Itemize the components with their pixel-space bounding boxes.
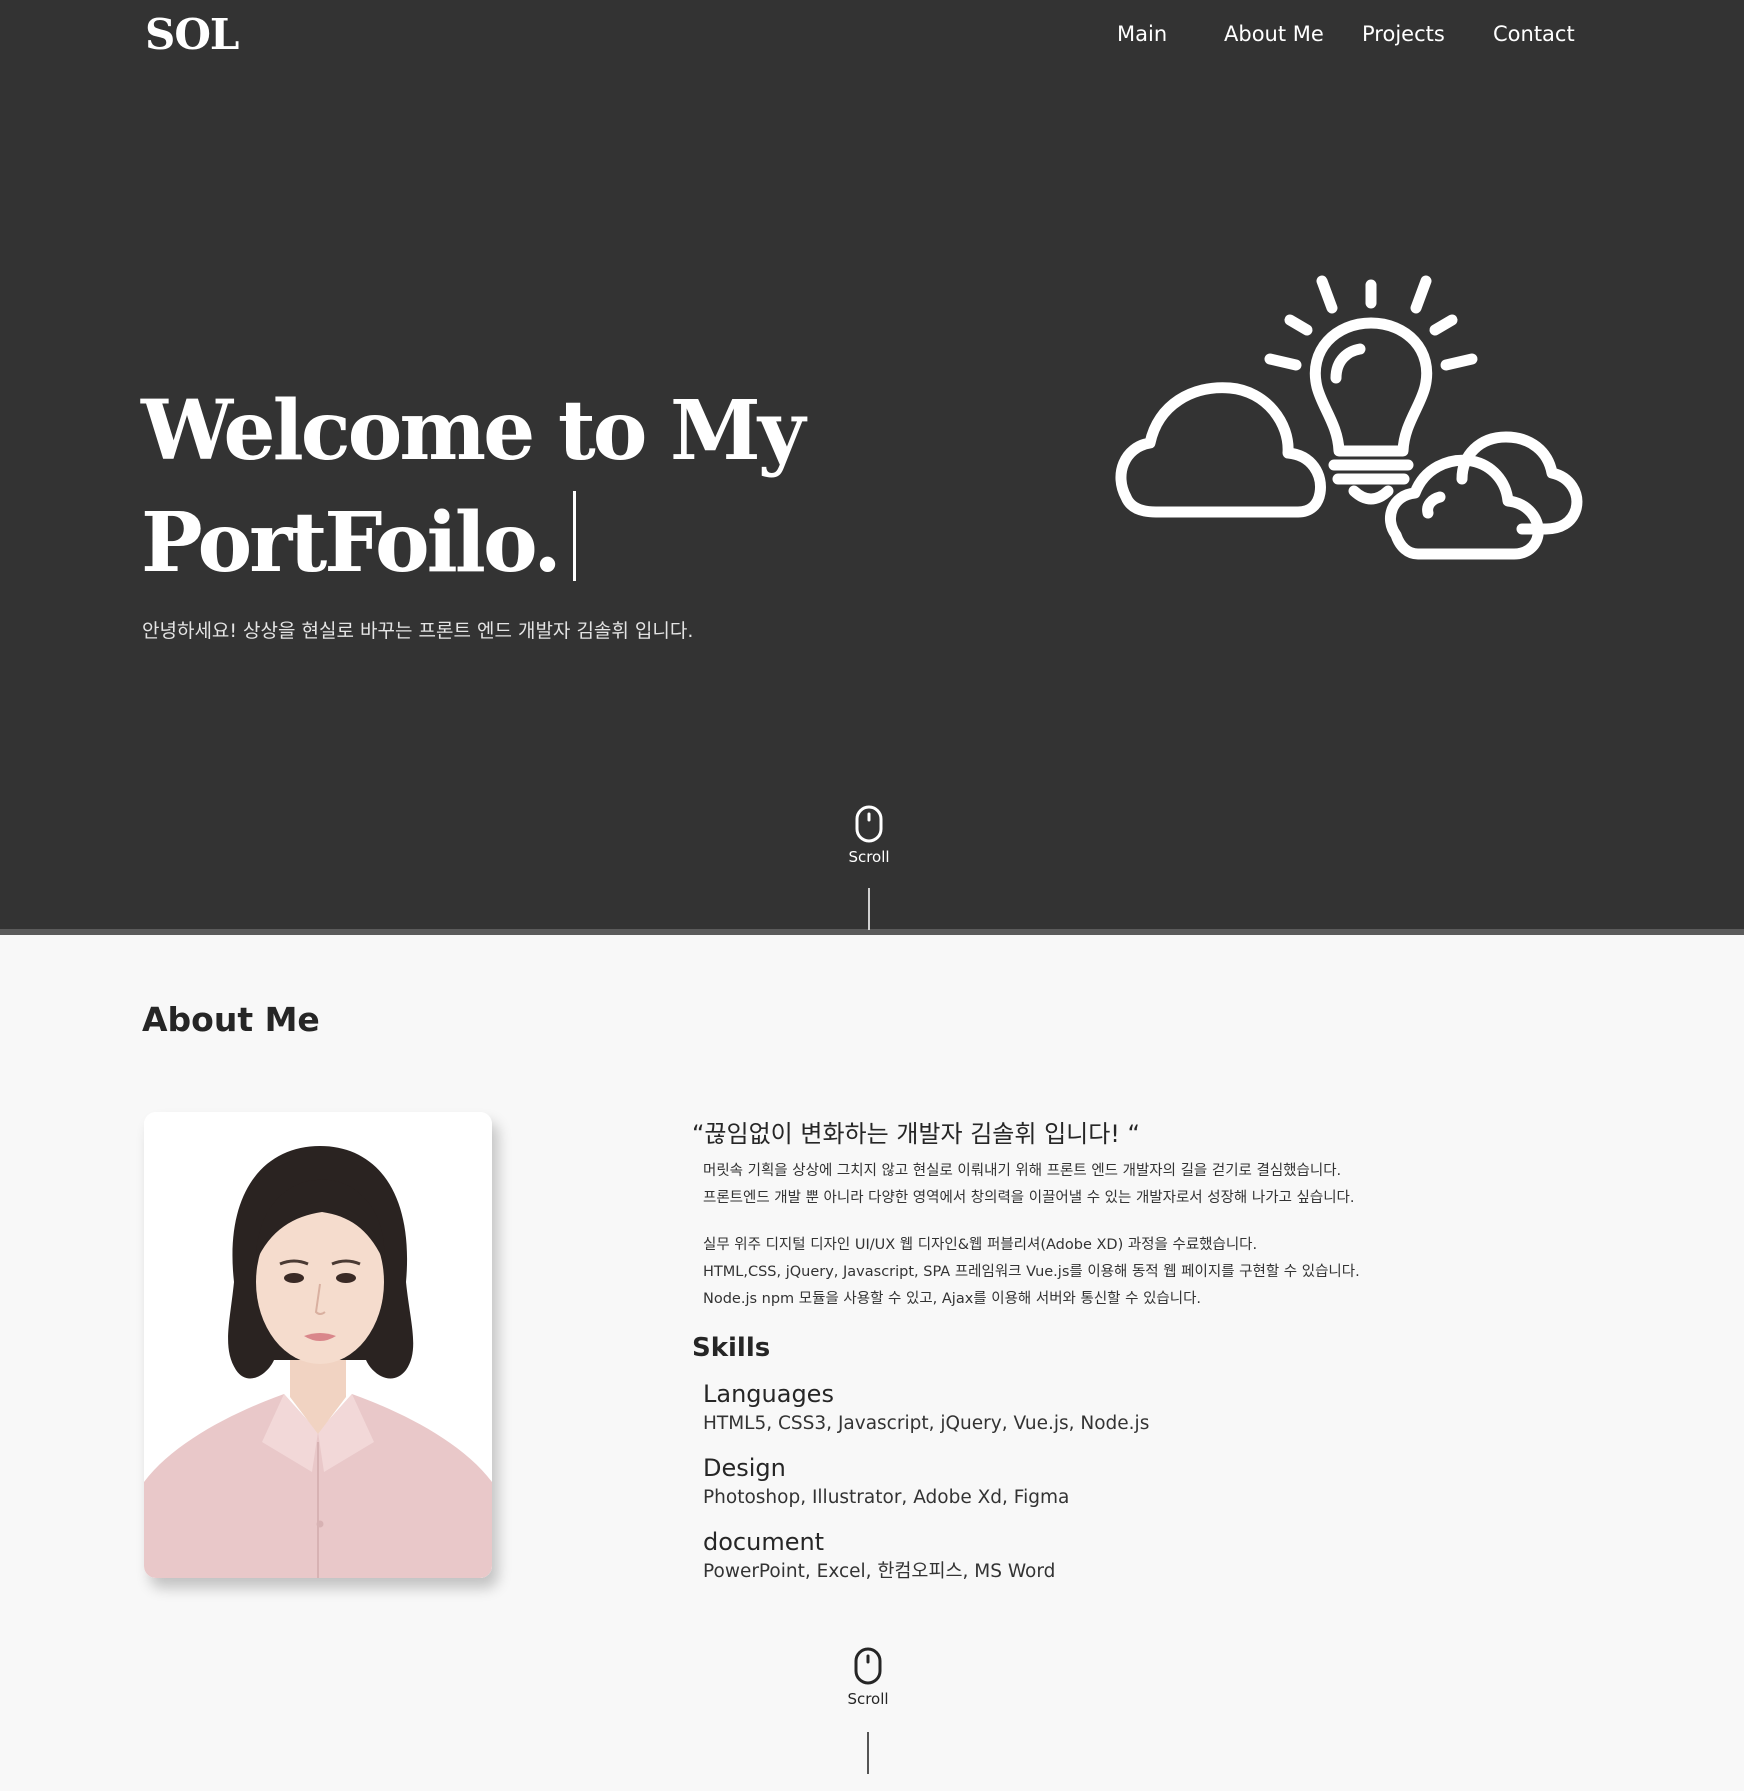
hero-title-line-2-text: PortFoilo. <box>141 495 562 591</box>
lightbulb-clouds-icon <box>1115 275 1583 560</box>
nav-main[interactable]: Main <box>1117 22 1167 54</box>
skill-group-design: Design Photoshop, Illustrator, Adobe Xd,… <box>703 1452 1069 1512</box>
paragraph-line: 프론트엔드 개발 뿐 아니라 다양한 영역에서 창의력을 이끌어낼 수 있는 개… <box>703 1190 1355 1206</box>
paragraph-line: 실무 위주 디지털 디자인 UI/UX 웹 디자인&웹 퍼블리셔(Adobe X… <box>703 1237 1258 1253</box>
site-logo[interactable]: SOL <box>145 10 239 59</box>
paragraph-line: Node.js npm 모듈을 사용할 수 있고, Ajax를 이용해 서버와 … <box>703 1291 1202 1307</box>
skill-group-languages: Languages HTML5, CSS3, Javascript, jQuer… <box>703 1378 1149 1438</box>
scroll-label: Scroll <box>847 1690 889 1708</box>
nav-about-me[interactable]: About Me <box>1224 22 1324 54</box>
scroll-indicator[interactable]: Scroll <box>823 1646 913 1708</box>
scroll-line <box>867 1732 869 1774</box>
scroll-line <box>868 888 870 930</box>
nav-contact[interactable]: Contact <box>1493 22 1575 54</box>
mouse-icon <box>855 805 883 843</box>
about-experience-paragraph: 실무 위주 디지털 디자인 UI/UX 웹 디자인&웹 퍼블리셔(Adobe X… <box>703 1232 1360 1313</box>
skill-group-name: document <box>703 1528 825 1556</box>
hero-title: Welcome to My PortFoilo. <box>141 375 805 599</box>
hero-title-line-2: PortFoilo. <box>141 487 802 599</box>
section-divider <box>0 929 1744 935</box>
portrait-illustration <box>144 1112 492 1578</box>
scroll-indicator[interactable]: Scroll <box>824 804 914 866</box>
about-quote: “끊임없이 변화하는 개발자 김솔휘 입니다! “ <box>692 1120 1140 1148</box>
nav-projects[interactable]: Projects <box>1362 22 1445 54</box>
mouse-icon <box>854 1647 882 1685</box>
skill-group-document: document PowerPoint, Excel, 한컴오피스, MS Wo… <box>703 1526 1055 1586</box>
skill-group-list: Photoshop, Illustrator, Adobe Xd, Figma <box>703 1487 1070 1508</box>
hero-subtitle: 안녕하세요! 상상을 현실로 바꾸는 프론트 엔드 개발자 김솔휘 입니다. <box>142 620 694 642</box>
about-intro-paragraph: 머릿속 기획을 상상에 그치지 않고 현실로 이뤄내기 위해 프론트 엔드 개발… <box>703 1158 1354 1212</box>
skill-group-list: PowerPoint, Excel, 한컴오피스, MS Word <box>703 1561 1056 1582</box>
skill-group-list: HTML5, CSS3, Javascript, jQuery, Vue.js,… <box>703 1413 1150 1434</box>
skill-group-name: Languages <box>703 1380 834 1408</box>
about-section-title: About Me <box>142 1000 320 1039</box>
typing-caret <box>572 491 576 581</box>
scroll-label: Scroll <box>848 848 890 866</box>
hero-title-line-1: Welcome to My <box>141 383 805 479</box>
profile-photo <box>144 1112 492 1578</box>
skill-group-name: Design <box>703 1454 786 1482</box>
skills-title: Skills <box>692 1333 771 1363</box>
paragraph-line: HTML,CSS, jQuery, Javascript, SPA 프레임워크 … <box>703 1264 1360 1280</box>
paragraph-line: 머릿속 기획을 상상에 그치지 않고 현실로 이뤄내기 위해 프론트 엔드 개발… <box>703 1163 1342 1179</box>
